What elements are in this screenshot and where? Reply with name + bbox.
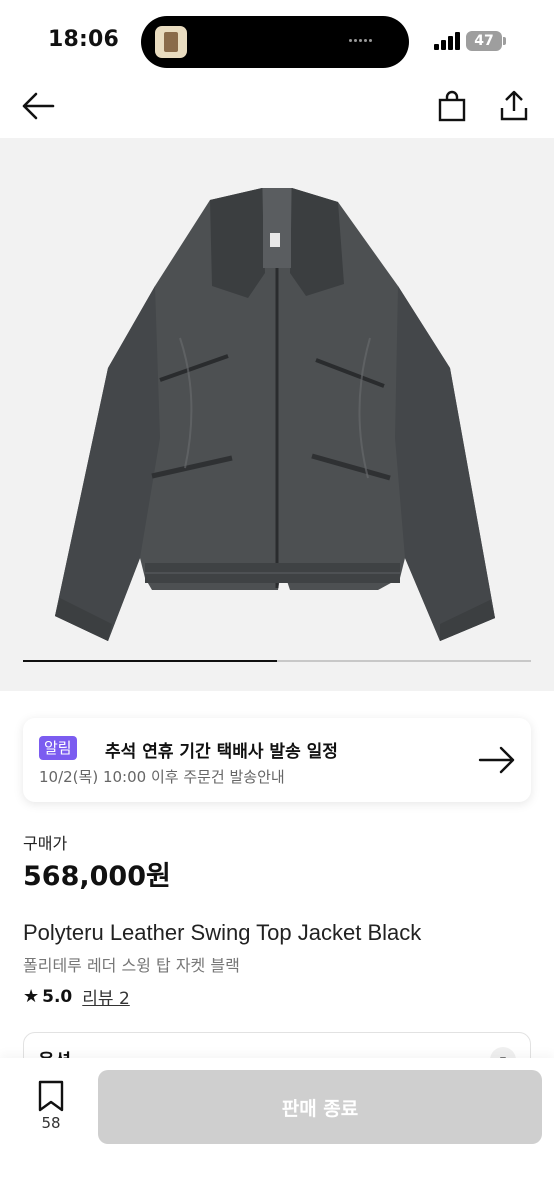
bottom-action-bar: 58 판매 종료 bbox=[0, 1058, 554, 1200]
rating-score: 5.0 bbox=[42, 986, 73, 1007]
dynamic-island bbox=[141, 16, 409, 68]
notice-title: 추석 연휴 기간 택배사 발송 일정 bbox=[105, 742, 338, 762]
status-time: 18:06 bbox=[48, 27, 120, 52]
product-image-carousel[interactable] bbox=[0, 138, 554, 691]
battery-cap bbox=[503, 37, 506, 45]
star-icon: ★ bbox=[23, 986, 40, 1007]
product-price: 568,000원 bbox=[23, 861, 171, 892]
product-name-english: Polyteru Leather Swing Top Jacket Black bbox=[23, 920, 422, 945]
bookmark-icon bbox=[38, 1080, 64, 1112]
audio-waveform-icon bbox=[349, 39, 379, 43]
bookmark-count: 58 bbox=[41, 1114, 61, 1132]
sold-out-button[interactable]: 판매 종료 bbox=[98, 1070, 542, 1144]
shopping-bag-icon bbox=[438, 90, 466, 122]
arrow-right-icon bbox=[478, 746, 515, 774]
notice-banner[interactable]: 알림 추석 연휴 기간 택배사 발송 일정 10/2(목) 10:00 이후 주… bbox=[23, 718, 531, 802]
battery-icon: 47 bbox=[466, 31, 502, 51]
cart-button[interactable] bbox=[432, 86, 472, 126]
product-image bbox=[55, 188, 495, 641]
top-navigation bbox=[0, 80, 554, 138]
carousel-progress-track bbox=[23, 660, 531, 662]
back-button[interactable] bbox=[18, 86, 58, 126]
product-name-korean: 폴리테루 레더 스윙 탑 자켓 블랙 bbox=[23, 956, 240, 975]
bookmark-button[interactable]: 58 bbox=[30, 1080, 72, 1140]
now-playing-thumbnail bbox=[155, 26, 187, 58]
status-bar: 18:06 47 bbox=[0, 0, 554, 80]
arrow-left-icon bbox=[22, 92, 55, 120]
price-label: 구매가 bbox=[23, 834, 68, 853]
carousel-progress-fill bbox=[23, 660, 277, 662]
rating-row: ★ 5.0 리뷰 2 bbox=[23, 984, 130, 1009]
review-link[interactable]: 리뷰 2 bbox=[82, 984, 130, 1009]
share-icon bbox=[500, 90, 528, 121]
notice-subtitle: 10/2(목) 10:00 이후 주문건 발송안내 bbox=[39, 768, 285, 786]
notice-badge: 알림 bbox=[39, 736, 77, 760]
cellular-signal-icon bbox=[434, 32, 460, 50]
share-button[interactable] bbox=[494, 86, 534, 126]
